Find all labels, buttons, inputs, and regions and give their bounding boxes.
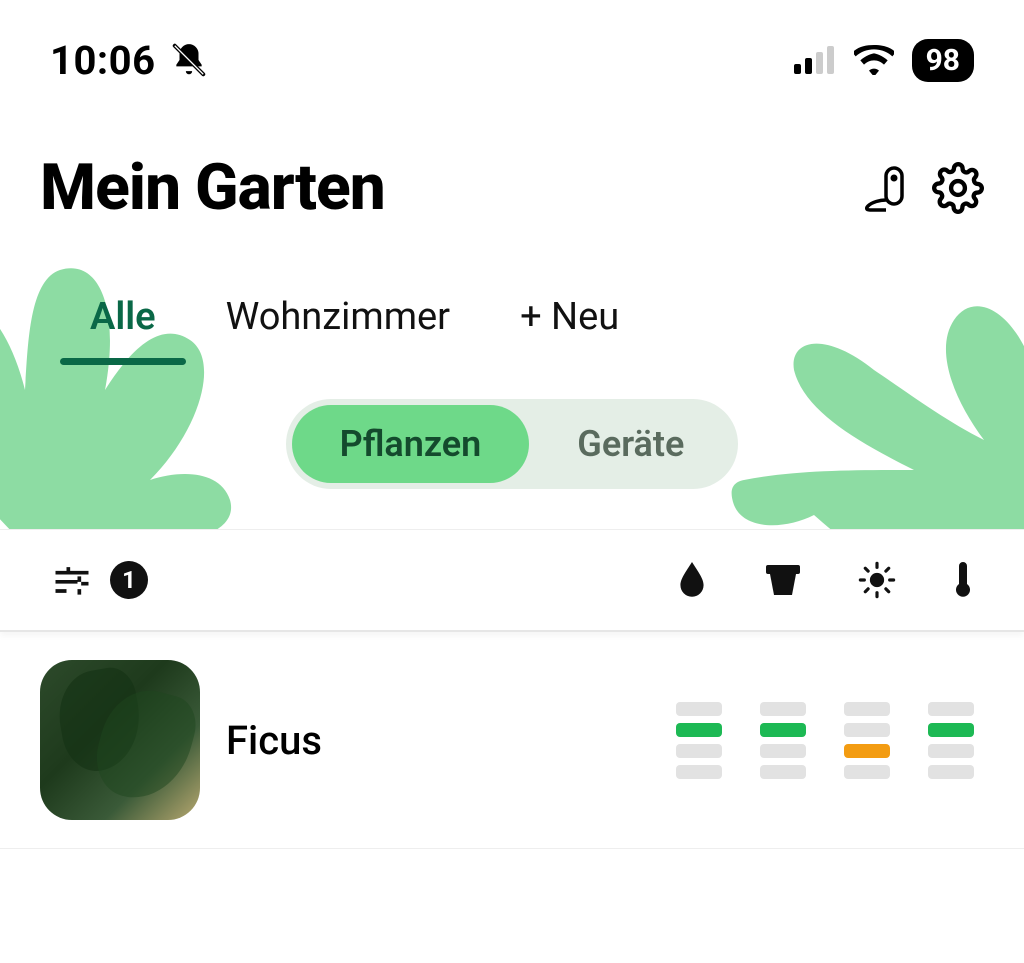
tab-new[interactable]: + Neu [520,295,619,359]
tune-icon [50,558,94,602]
water-icon[interactable] [676,562,708,598]
rooms-tabs: Alle Wohnzimmer + Neu [0,235,1024,369]
metric-water [676,702,722,779]
signal-icon [794,46,836,74]
sensor-icon[interactable] [858,162,910,214]
metric-pot [760,702,806,779]
status-bar: 10:06 98 [0,0,1024,100]
filter-bar: 1 [0,529,1024,632]
plant-thumbnail [40,660,200,820]
sun-icon[interactable] [858,561,896,599]
metric-light [844,702,890,779]
gear-icon[interactable] [932,162,984,214]
metric-temperature [928,702,974,779]
segment-plants[interactable]: Pflanzen [292,405,530,483]
status-time: 10:06 [50,37,156,84]
filter-button[interactable]: 1 [50,558,148,602]
filter-count-badge: 1 [110,561,148,599]
battery-level: 98 [912,39,974,82]
segmented-control: Pflanzen Geräte [286,399,739,489]
thermometer-icon[interactable] [952,560,974,600]
header: Mein Garten [0,100,1024,235]
plant-name: Ficus [226,717,650,764]
tab-wohnzimmer[interactable]: Wohnzimmer [226,295,451,359]
bell-muted-icon [170,41,208,79]
pot-icon[interactable] [764,563,802,597]
page-title: Mein Garten [40,150,385,225]
wifi-icon [854,45,894,75]
segment-devices[interactable]: Geräte [529,405,732,483]
tab-all[interactable]: Alle [90,295,156,359]
plant-row[interactable]: Ficus [0,632,1024,849]
plant-metrics [676,702,974,779]
